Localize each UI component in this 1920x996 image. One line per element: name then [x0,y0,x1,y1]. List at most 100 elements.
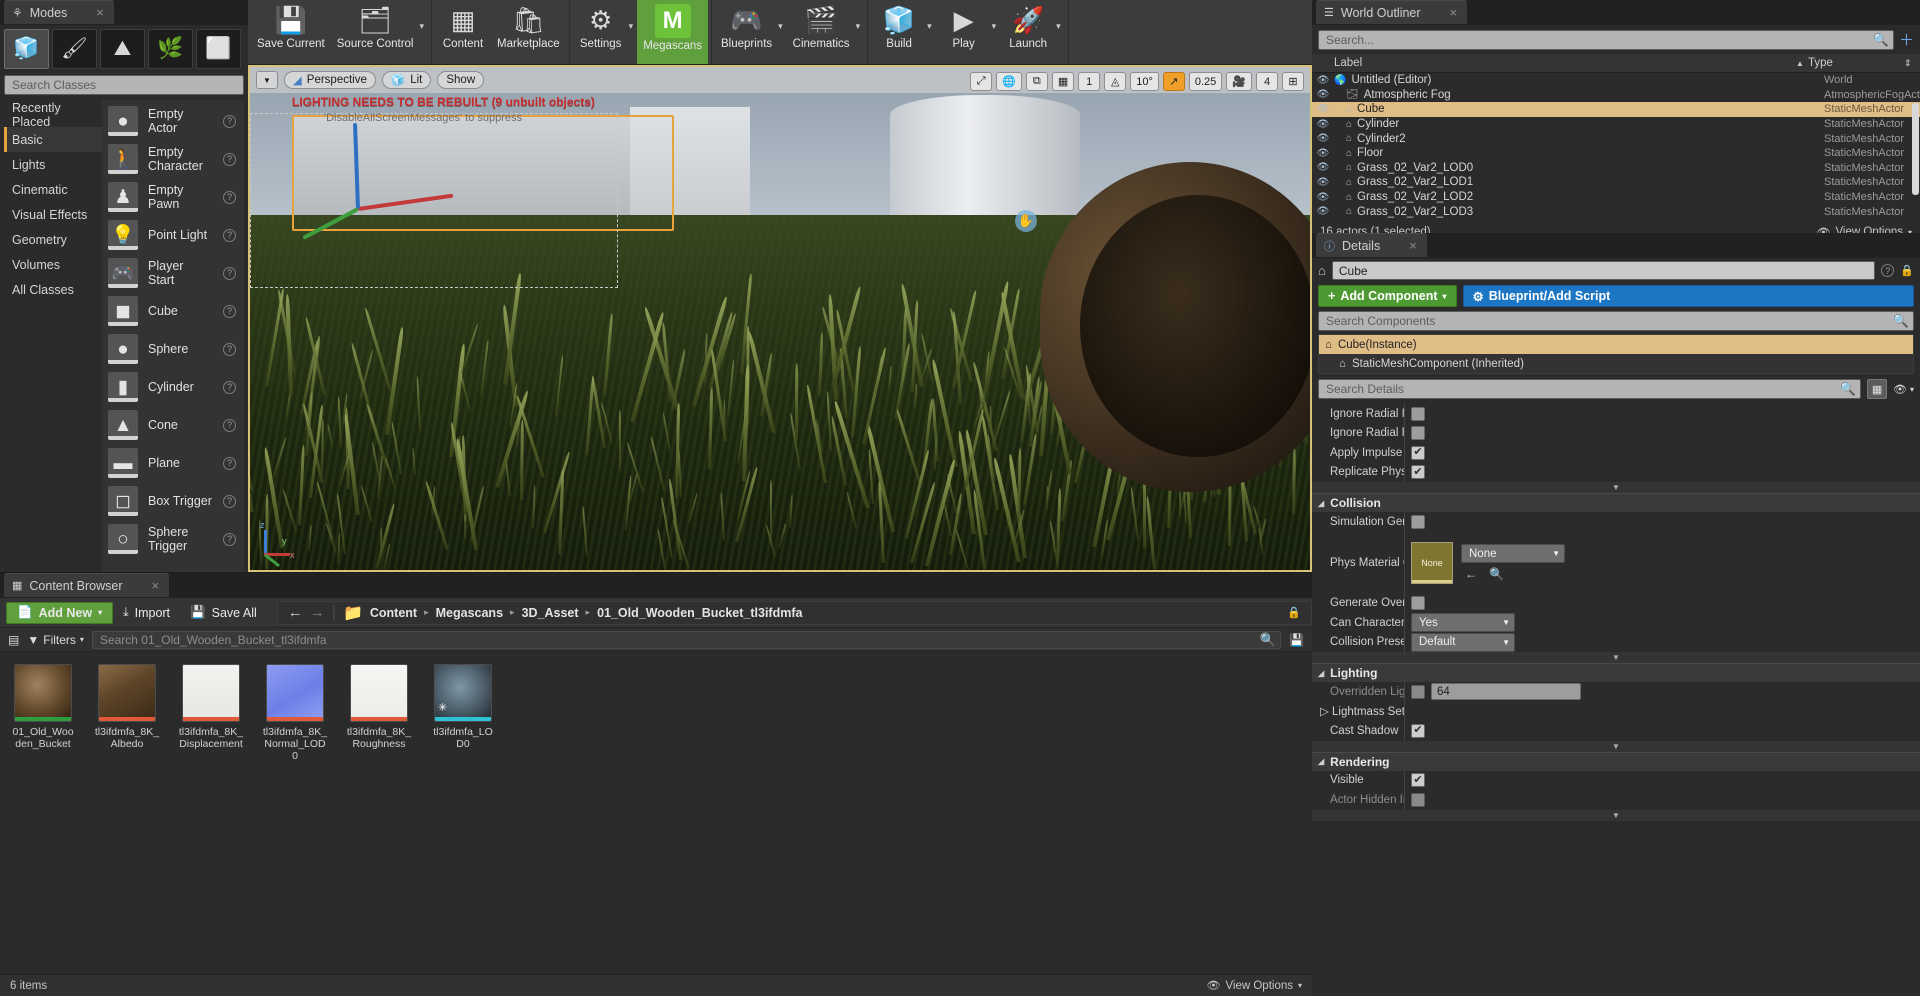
breadcrumb-item[interactable]: Megascans [436,606,503,620]
checkbox[interactable] [1411,792,1425,807]
gizmo-z-axis[interactable] [352,122,360,210]
help-icon[interactable]: ? [223,228,236,242]
save-search-icon[interactable]: 💾 [1289,633,1304,647]
view-mode-perspective-button[interactable]: ◢ Perspective [283,71,376,89]
toolbar-button-settings[interactable]: ⚙ Settings [573,0,629,64]
checkbox[interactable]: ✔ [1411,445,1425,460]
placeable-item[interactable]: 🚶 Empty Character? [102,140,244,178]
asset-item[interactable]: tl3ifdmfa_8K_Roughness [346,664,412,762]
help-icon[interactable]: ? [223,266,236,280]
view-options-button[interactable]: 👁 View Options ▾ [1206,979,1302,993]
use-selected-icon[interactable]: ← [1465,567,1477,581]
close-icon[interactable]: × [1450,5,1458,20]
placeable-item[interactable]: ○ Sphere Trigger? [102,520,244,558]
placeable-item[interactable]: 💡 Point Light? [102,216,244,254]
visibility-eye-icon[interactable]: 👁 [1312,75,1334,86]
collapse-expander[interactable]: ▼ [1312,482,1920,493]
asset-thumbnail[interactable]: ✳ [434,664,492,722]
placeable-item[interactable]: ▲ Cone? [102,406,244,444]
asset-item[interactable]: tl3ifdmfa_8K_Albedo [94,664,160,762]
placement-category-volumes[interactable]: Volumes [4,252,102,277]
placeable-item[interactable]: ▮ Cylinder? [102,368,244,406]
section-header-collision[interactable]: ◢ Collision [1312,493,1920,512]
landscape-mode-icon[interactable]: ⛰ [100,29,145,69]
surface-snap-icon[interactable]: ⧉ [1025,72,1048,91]
outliner-row[interactable]: 👁 🌫 Atmospheric Fog AtmosphericFogActor [1312,88,1920,103]
transform-coordinate-icon[interactable]: ⤢ [970,72,993,91]
camera-speed-value[interactable]: 4 [1256,72,1278,91]
placement-category-basic[interactable]: Basic [4,127,102,152]
component-search-input[interactable]: Search Components 🔍 [1318,311,1914,331]
chevron-down-icon[interactable]: ▾ [419,0,428,64]
asset-thumbnail[interactable] [266,664,324,722]
toolbar-button-launch[interactable]: 🚀 Launch [1000,0,1056,64]
help-icon[interactable]: ? [223,190,236,204]
toolbar-button-content[interactable]: ▦ Content [435,0,491,64]
add-new-button[interactable]: 📄 Add New ▾ [6,601,114,624]
visibility-eye-icon[interactable]: 👁 [1312,104,1334,115]
outliner-row[interactable]: 👁 ⌂ Cylinder2 StaticMeshActor [1312,131,1920,146]
lock-icon[interactable]: 🔒 [1287,606,1301,619]
show-menu-button[interactable]: Show [437,71,485,89]
outliner-row[interactable]: 👁 ⌂ Grass_02_Var2_LOD0 StaticMeshActor [1312,161,1920,176]
toolbar-button-source-control[interactable]: 🗂 Source Control [331,0,420,64]
asset-thumbnail[interactable] [98,664,156,722]
place-mode-icon[interactable]: 🧊 [4,29,49,69]
visibility-eye-icon[interactable]: 👁 [1312,89,1334,100]
transform-gizmo[interactable] [302,115,480,240]
grid-snap-icon[interactable]: ▦ [1051,72,1075,91]
help-icon[interactable]: ? [223,418,236,432]
visibility-eye-icon[interactable]: 👁 [1312,148,1334,159]
placeable-item[interactable]: ◼ Cube? [102,292,244,330]
placeable-item[interactable]: ♟ Empty Pawn? [102,178,244,216]
placeable-item[interactable]: ● Empty Actor? [102,102,244,140]
placement-category-geometry[interactable]: Geometry [4,227,102,252]
chevron-down-icon[interactable]: ▾ [629,0,638,64]
checkbox[interactable] [1411,684,1425,699]
column-header-type[interactable]: Type [1808,57,1904,69]
component-row[interactable]: ⌂ Cube(Instance) [1319,335,1913,354]
modes-tab[interactable]: ⚘ Modes × [4,0,114,24]
visibility-eye-icon[interactable]: 👁 [1312,192,1334,203]
import-button[interactable]: ⤓ Import [113,602,180,624]
outliner-row[interactable]: 👁 🌎 Untitled (Editor) World [1312,73,1920,88]
asset-item[interactable]: ✳ tl3ifdmfa_LOD0 [430,664,496,762]
actor-name-input[interactable]: Cube [1331,261,1876,280]
close-icon[interactable]: × [96,5,104,20]
number-field[interactable]: 64 [1431,683,1581,701]
details-tab[interactable]: ⓘ Details × [1316,233,1427,257]
toolbar-button-save-current[interactable]: 💾 Save Current [251,0,331,64]
checkbox[interactable]: ✔ [1411,723,1425,738]
asset-thumbnail[interactable] [14,664,72,722]
toolbar-button-megascans[interactable]: M Megascans [637,0,708,64]
toolbar-button-play[interactable]: ▶ Play [936,0,992,64]
dropdown[interactable]: Default ▼ [1411,632,1515,652]
asset-item[interactable]: tl3ifdmfa_8K_Displacement [178,664,244,762]
scale-snap-icon[interactable]: ↗ [1162,72,1185,91]
asset-thumbnail[interactable] [182,664,240,722]
checkbox[interactable] [1411,596,1425,611]
collapse-expander[interactable]: ▼ [1312,740,1920,752]
toolbar-button-build[interactable]: 🧊 Build [871,0,927,64]
visibility-eye-icon[interactable]: 👁 [1312,119,1334,130]
blueprint-add-script-button[interactable]: ⚙ Blueprint/Add Script [1462,285,1914,307]
lit-mode-button[interactable]: 🧊 Lit [381,71,432,89]
world-outliner-tab[interactable]: ☰ World Outliner × [1316,0,1468,24]
close-icon[interactable]: × [1409,238,1417,253]
breadcrumb-item[interactable]: Content [370,606,417,620]
maximize-viewport-icon[interactable]: ⊞ [1282,72,1304,91]
dropdown[interactable]: None ▼ [1461,544,1565,563]
help-icon[interactable]: ? [223,342,236,356]
angle-snap-icon[interactable]: ◬ [1104,72,1127,91]
camera-speed-icon[interactable]: 🎥 [1226,72,1252,91]
grid-size-value[interactable]: 1 [1078,72,1101,91]
help-icon[interactable]: ? [1881,264,1895,277]
component-row[interactable]: ⌂ StaticMeshComponent (Inherited) [1319,354,1913,373]
outliner-row[interactable]: 👁 ⌂ Cylinder StaticMeshActor [1312,117,1920,132]
checkbox[interactable] [1411,406,1425,421]
checkbox[interactable]: ✔ [1411,465,1425,480]
outliner-row[interactable]: 👁 ⌂ Grass_02_Var2_LOD2 StaticMeshActor [1312,190,1920,205]
toolbar-button-cinematics[interactable]: 🎬 Cinematics [787,0,856,64]
grid-view-icon[interactable]: ▦ [1867,379,1888,399]
details-search-input[interactable]: Search Details 🔍 [1318,379,1862,399]
